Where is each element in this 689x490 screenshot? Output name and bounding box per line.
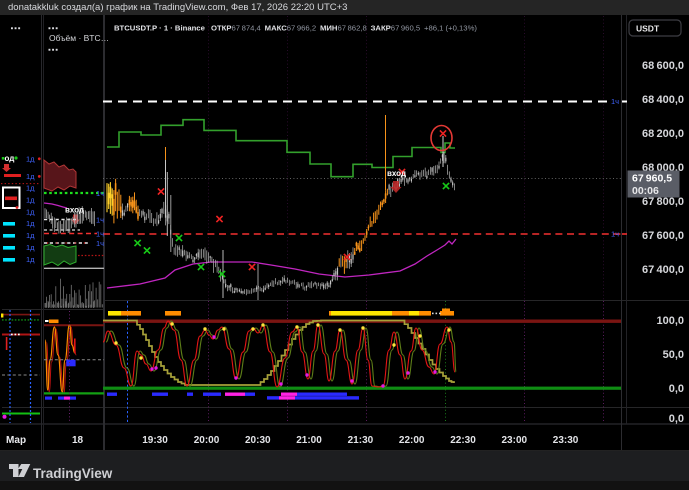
svg-text:1д: 1д — [26, 155, 35, 164]
svg-text:1ч: 1ч — [96, 189, 104, 198]
svg-text:68 400,0: 68 400,0 — [642, 94, 684, 106]
svg-text:20:30: 20:30 — [245, 435, 271, 446]
svg-text:67 400,0: 67 400,0 — [642, 264, 684, 276]
svg-text:20:00: 20:00 — [194, 435, 220, 446]
svg-text:19:30: 19:30 — [142, 435, 168, 446]
svg-text:1ч: 1ч — [611, 230, 619, 239]
svg-text:1д: 1д — [26, 172, 35, 181]
svg-text:1д: 1д — [26, 184, 35, 193]
svg-text:67 960,5: 67 960,5 — [632, 173, 672, 185]
svg-text:1д: 1д — [26, 255, 35, 264]
svg-text:1ч: 1ч — [96, 229, 104, 238]
svg-text:вход: вход — [387, 169, 406, 178]
svg-text:00:06: 00:06 — [632, 185, 659, 197]
svg-text:21:00: 21:00 — [296, 435, 322, 446]
svg-text:22:30: 22:30 — [450, 435, 476, 446]
svg-text:100,0: 100,0 — [656, 315, 684, 327]
svg-text:0,0: 0,0 — [669, 413, 684, 425]
svg-text:TradingView: TradingView — [33, 466, 113, 481]
svg-text:22:00: 22:00 — [399, 435, 425, 446]
svg-text:од: од — [5, 154, 15, 163]
svg-text:68 200,0: 68 200,0 — [642, 128, 684, 140]
svg-text:1д: 1д — [26, 208, 35, 217]
svg-text:1ч: 1ч — [96, 215, 104, 224]
svg-text:68 600,0: 68 600,0 — [642, 60, 684, 72]
svg-text:23:00: 23:00 — [502, 435, 528, 446]
svg-text:67 800,0: 67 800,0 — [642, 196, 684, 208]
svg-text:USDT: USDT — [636, 24, 660, 34]
svg-text:1ч: 1ч — [96, 239, 104, 248]
svg-text:67 600,0: 67 600,0 — [642, 230, 684, 242]
svg-text:1ч: 1ч — [611, 97, 619, 106]
svg-text:ОТКР67 874,4 МАКС67 966,2 МИН6: ОТКР67 874,4 МАКС67 966,2 МИН67 862,8 ЗА… — [211, 24, 477, 33]
svg-text:1д: 1д — [26, 231, 35, 240]
svg-text:BTCUSDT.P · 1 · Binance: BTCUSDT.P · 1 · Binance — [114, 24, 206, 33]
svg-text:21:30: 21:30 — [348, 435, 374, 446]
svg-text:1д: 1д — [26, 243, 35, 252]
svg-text:1д: 1д — [26, 219, 35, 228]
svg-text:1д: 1д — [26, 196, 35, 205]
svg-text:0,0: 0,0 — [669, 383, 684, 395]
svg-text:50,0: 50,0 — [663, 349, 684, 361]
svg-text:Объём · BTC…: Объём · BTC… — [49, 33, 109, 43]
svg-text:23:30: 23:30 — [553, 435, 579, 446]
svg-text:18: 18 — [72, 435, 84, 446]
svg-text:Мар: Мар — [6, 435, 26, 446]
